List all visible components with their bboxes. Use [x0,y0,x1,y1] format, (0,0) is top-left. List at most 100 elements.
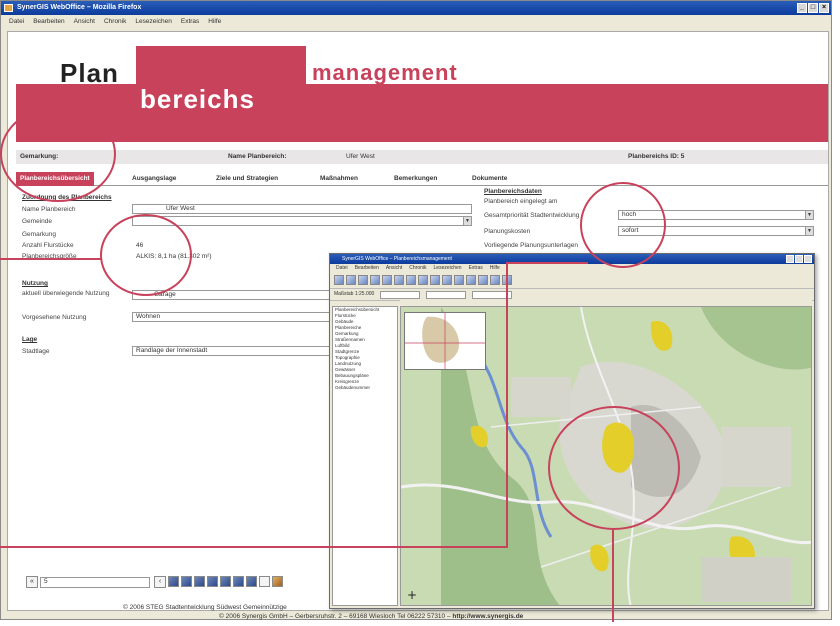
map-menu-help[interactable]: Hilfe [490,264,500,273]
back-icon[interactable] [430,275,440,285]
section-planbereichsdaten-title: Planbereichsdaten [484,188,542,195]
map-menu-history[interactable]: Chronik [409,264,426,273]
maximize-button[interactable]: □ [808,3,818,13]
gemeinde-select[interactable]: ▼ [132,216,472,226]
name-planbereich-input[interactable]: Ufer West [132,204,472,214]
name-planbereich-value: Ufer West [346,153,375,160]
nav-print-icon[interactable] [272,576,283,587]
map-menu-edit[interactable]: Bearbeiten [355,264,379,273]
coordinate-input[interactable] [426,291,467,299]
scale-label: Maßstab 1:25.000 [334,291,375,297]
logo-plan-text: Plan [60,58,119,88]
callout-line-map [612,528,614,622]
menu-history[interactable]: Chronik [104,16,126,28]
close-button[interactable]: × [819,3,829,13]
chevron-down-icon[interactable]: ▼ [463,217,471,225]
footer-copyright-synergis: © 2006 Synergis GmbH – Gerbersruhstr. 2 … [219,613,524,620]
menu-file[interactable]: Datei [9,16,24,28]
nav-prev-record-icon[interactable] [181,576,192,587]
redline-icon[interactable] [478,275,488,285]
scale-input[interactable] [380,291,421,299]
window-titlebar: SynerGIS WebOffice – Mozilla Firefox _ □… [1,1,831,15]
vorgesehene-nutzung-label: Vorgesehene Nutzung [22,314,87,321]
chevron-down-icon[interactable]: ▼ [805,227,813,235]
tab-bar: Planbereichsübersicht Ausgangslage Ziele… [16,172,828,186]
layer-item[interactable]: Gebäudenummer [333,385,397,391]
planungskosten-label: Planungskosten [484,228,531,235]
full-extent-icon[interactable] [370,275,380,285]
map-menubar: Datei Bearbeiten Ansicht Chronik Lesezei… [330,264,814,273]
tab-ziele-und-strategien[interactable]: Ziele und Strategien [212,172,282,186]
logo-management-text: management [312,60,458,85]
map-menu-file[interactable]: Datei [336,264,348,273]
highlight-circle-prioritaet [580,182,666,268]
logo-bereichs-text: bereichs [140,84,255,114]
overview-map-graphic [405,313,485,369]
section-nutzung-title: Nutzung [22,280,48,287]
app-icon [4,4,13,12]
planungsunterlagen-label: Vorliegende Planungsunterlagen [484,242,578,249]
menu-tools[interactable]: Extras [181,16,199,28]
synergis-link[interactable]: http://www.synergis.de [452,613,523,620]
section-lage-title: Lage [22,336,38,343]
callout-line-groesse [0,258,102,260]
map-menu-tools[interactable]: Extras [469,264,483,273]
map-maximize-button[interactable] [795,255,803,263]
callout-line-bottom [0,546,506,548]
map-menu-view[interactable]: Ansicht [386,264,402,273]
chevron-down-icon[interactable]: ▼ [805,211,813,219]
map-close-button[interactable] [804,255,812,263]
planbereich-id: Planbereichs ID: 5 [628,153,685,160]
zoom-in-icon[interactable] [334,275,344,285]
highlight-circle-groesse [100,214,192,296]
map-minimize-button[interactable] [786,255,794,263]
menu-help[interactable]: Hilfe [208,16,221,28]
nav-first-button[interactable]: « [26,576,38,588]
select-icon[interactable] [394,275,404,285]
callout-line-prioritaet [506,262,588,264]
layer-icon[interactable] [466,275,476,285]
nav-last-record-icon[interactable] [207,576,218,587]
gemarkung-field-label: Gemarkung [22,231,56,238]
identify-icon[interactable] [382,275,392,285]
record-number-input[interactable]: 5 [40,577,150,588]
highlight-circle-gemarkung [0,106,116,202]
menu-view[interactable]: Ansicht [74,16,95,28]
gesamtprioritaet-label: Gesamtpriorität Stadtentwicklung [484,212,580,219]
banner-block [136,46,306,86]
minimize-button[interactable]: _ [797,3,807,13]
map-header [400,299,812,306]
vorgesehene-nutzung-select[interactable]: Wohnen [132,312,332,322]
nav-delete-icon[interactable] [246,576,257,587]
nav-first-record-icon[interactable] [168,576,179,587]
menubar: Datei Bearbeiten Ansicht Chronik Lesezei… [1,16,831,28]
tab-dokumente[interactable]: Dokumente [468,172,511,186]
nav-new-record-icon[interactable] [220,576,231,587]
nav-next-record-icon[interactable] [194,576,205,587]
info-bar: Gemarkung: Name Planbereich: Ufer West P… [16,150,828,164]
nav-save-icon[interactable] [233,576,244,587]
tab-massnahmen[interactable]: Maßnahmen [316,172,362,186]
zoom-out-icon[interactable] [346,275,356,285]
export-icon[interactable] [490,275,500,285]
stadtlage-select[interactable]: Randlage der Innenstadt [132,346,332,356]
menu-bookmarks[interactable]: Lesezeichen [135,16,172,28]
search-icon[interactable] [454,275,464,285]
print-icon[interactable] [418,275,428,285]
measure-icon[interactable] [406,275,416,285]
anzahl-flurstuecke-label: Anzahl Flurstücke [22,242,74,249]
overview-map[interactable] [404,312,486,370]
map-menu-bookmarks[interactable]: Lesezeichen [434,264,462,273]
pan-icon[interactable] [358,275,368,285]
nav-prev-button[interactable]: ‹ [154,576,166,588]
browser-window: SynerGIS WebOffice – Mozilla Firefox _ □… [0,0,832,620]
layer-panel: Planbereichsübersicht Flurstücke Gebäude… [332,306,398,606]
forward-icon[interactable] [442,275,452,285]
aktuelle-nutzung-label: aktuell überwiegende Nutzung [22,290,110,297]
tab-bemerkungen[interactable]: Bemerkungen [390,172,441,186]
menu-edit[interactable]: Bearbeiten [33,16,64,28]
map-window-controls [786,255,812,263]
svg-text:+: + [407,588,417,602]
nav-map-icon[interactable] [259,576,270,587]
tab-ausgangslage[interactable]: Ausgangslage [128,172,180,186]
